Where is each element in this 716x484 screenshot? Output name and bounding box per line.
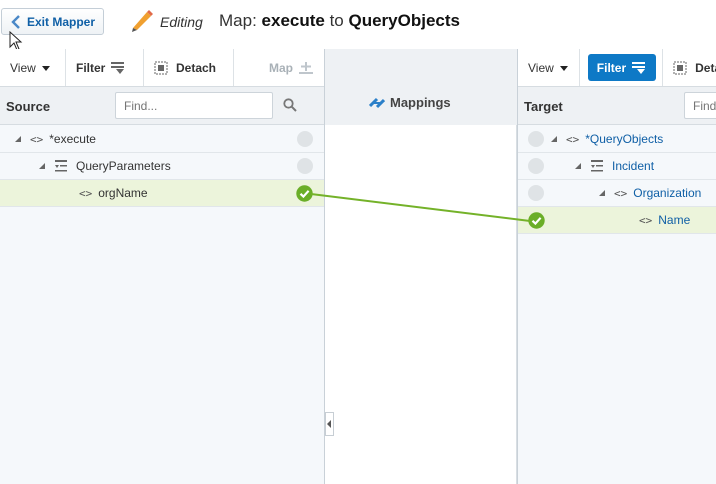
filter-icon [632, 61, 646, 74]
source-detach-button[interactable]: Detach [144, 49, 234, 86]
target-mapping-dot[interactable] [528, 158, 544, 174]
mapped-check-icon[interactable] [528, 212, 545, 229]
search-icon[interactable] [283, 98, 297, 112]
mappings-panel: Mappings [325, 49, 517, 484]
pencil-icon [132, 10, 153, 32]
source-header: Source [0, 87, 324, 125]
element-code-icon: <> [79, 186, 93, 200]
collection-icon [591, 160, 603, 172]
editing-status: Editing [160, 14, 203, 30]
target-mapping-dot[interactable] [528, 131, 544, 147]
source-find-input[interactable] [115, 92, 273, 119]
source-map-button[interactable]: Map [234, 49, 324, 86]
expand-triangle-icon[interactable] [574, 159, 586, 173]
element-code-icon: <> [639, 213, 653, 227]
mappings-icon [369, 97, 385, 108]
map-add-icon [299, 61, 313, 74]
mapped-check-icon[interactable] [296, 185, 313, 202]
mapper-header: Exit Mapper Editing Map: execute to Quer… [0, 0, 716, 51]
target-row-name[interactable]: <> Name [518, 207, 716, 234]
collapse-source-handle[interactable] [325, 412, 334, 436]
source-filter-button[interactable]: Filter [66, 49, 144, 86]
caret-down-icon [559, 65, 568, 71]
mappings-heading: Mappings [369, 95, 451, 110]
source-panel: View Filter Detach Map Source <> *execut… [0, 49, 325, 484]
element-code-icon: <> [30, 132, 44, 146]
source-row-queryparameters[interactable]: QueryParameters [0, 153, 324, 180]
collection-icon [55, 160, 67, 172]
target-row-organization[interactable]: <> Organization [518, 180, 716, 207]
target-filter-button[interactable]: Filter [587, 54, 657, 81]
expand-triangle-icon[interactable] [598, 186, 610, 200]
target-heading: Target [524, 99, 563, 114]
mappings-header: Mappings [325, 49, 517, 125]
source-row-execute[interactable]: <> *execute [0, 126, 324, 153]
mouse-cursor-icon [9, 31, 23, 51]
title-source: execute [261, 11, 325, 30]
source-view-menu[interactable]: View [0, 49, 66, 86]
expand-triangle-icon[interactable] [14, 132, 26, 146]
expand-triangle-icon[interactable] [38, 159, 50, 173]
page-title: Map: execute to QueryObjects [219, 11, 460, 30]
target-header: Target [518, 87, 716, 125]
detach-icon [154, 61, 168, 74]
filter-icon [111, 61, 125, 74]
target-find-input[interactable] [684, 92, 716, 119]
target-panel: View Filter Deta Target <> *QueryObjects… [517, 49, 716, 484]
exit-mapper-label: Exit Mapper [27, 14, 96, 29]
target-row-queryobjects[interactable]: <> *QueryObjects [518, 126, 716, 153]
caret-left-icon [327, 420, 331, 428]
source-row-orgname[interactable]: <> orgName [0, 180, 324, 207]
target-detach-button[interactable]: Deta [662, 49, 716, 86]
element-code-icon: <> [614, 186, 628, 200]
element-code-icon: <> [566, 132, 580, 146]
detach-icon [673, 61, 687, 74]
source-mapping-dot[interactable] [297, 131, 313, 147]
target-row-incident[interactable]: Incident [518, 153, 716, 180]
expand-triangle-icon[interactable] [550, 132, 562, 146]
chevron-left-icon [11, 14, 20, 29]
title-target: QueryObjects [348, 11, 460, 30]
source-heading: Source [6, 99, 51, 114]
caret-down-icon [41, 65, 50, 71]
target-mapping-dot[interactable] [528, 185, 544, 201]
source-toolbar: View Filter Detach Map [0, 49, 324, 87]
source-mapping-dot[interactable] [297, 158, 313, 174]
target-view-menu[interactable]: View [518, 49, 580, 86]
target-toolbar: View Filter Deta [518, 49, 716, 87]
